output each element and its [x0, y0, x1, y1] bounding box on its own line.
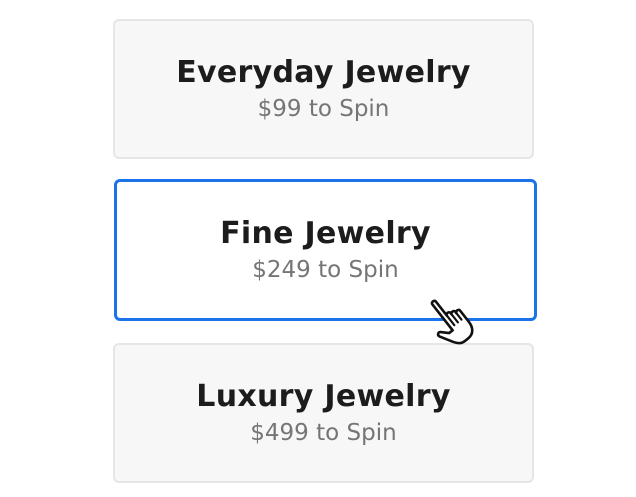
option-everyday-jewelry[interactable]: Everyday Jewelry $99 to Spin — [113, 19, 534, 159]
option-title: Everyday Jewelry — [176, 54, 471, 90]
option-title: Luxury Jewelry — [196, 378, 451, 414]
option-price: $99 to Spin — [257, 95, 390, 122]
option-fine-jewelry[interactable]: Fine Jewelry $249 to Spin — [114, 179, 537, 321]
option-title: Fine Jewelry — [220, 215, 431, 251]
option-luxury-jewelry[interactable]: Luxury Jewelry $499 to Spin — [113, 343, 534, 483]
option-price: $499 to Spin — [250, 419, 397, 446]
option-price: $249 to Spin — [252, 256, 399, 283]
